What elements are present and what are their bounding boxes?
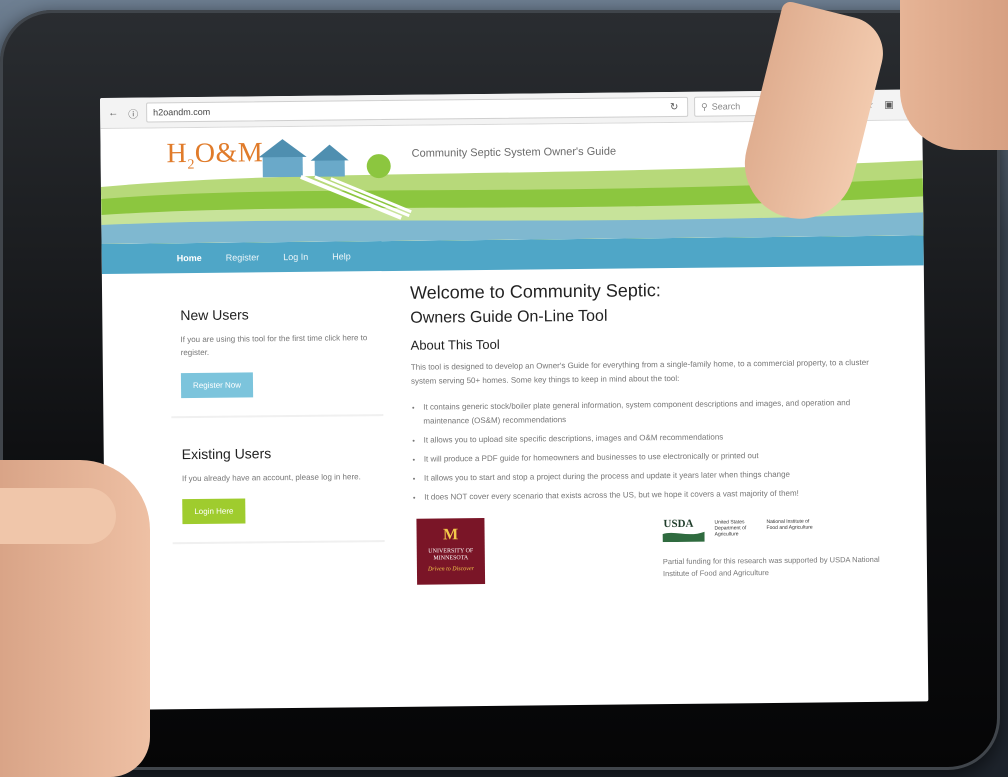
usda-mark-text: USDA — [663, 518, 693, 530]
search-placeholder: Search — [711, 101, 741, 112]
back-arrow-icon[interactable]: ← — [106, 106, 120, 120]
house-icon — [258, 139, 307, 178]
usda-logo[interactable]: USDA United States Department of Agricul… — [662, 514, 892, 544]
page-subtitle: Owners Guide On-Line Tool — [410, 307, 608, 327]
search-icon: ⚲ — [701, 101, 708, 112]
right-hand — [900, 0, 1008, 150]
list-item: It allows you to start and stop a projec… — [424, 467, 882, 486]
new-users-panel: New Users If you are using this tool for… — [169, 283, 384, 419]
info-icon[interactable]: ⓘ — [126, 106, 140, 120]
login-here-button[interactable]: Login Here — [182, 498, 246, 525]
usda-mark-icon: USDA — [662, 518, 705, 543]
list-item: It does NOT cover every scenario that ex… — [424, 486, 882, 505]
house-icon — [310, 144, 349, 177]
usda-department-text: United States Department of Agriculture — [714, 519, 747, 538]
reload-icon[interactable]: ↻ — [667, 100, 681, 114]
nav-login[interactable]: Log In — [283, 252, 308, 262]
about-intro: This tool is designed to develop an Owne… — [410, 357, 869, 386]
register-now-button[interactable]: Register Now — [180, 372, 254, 399]
umn-mark: M — [442, 526, 459, 544]
list-item: It allows you to upload site specific de… — [424, 429, 882, 448]
list-item: It will produce a PDF guide for homeowne… — [424, 448, 882, 467]
existing-users-panel: Existing Users If you already have an ac… — [171, 416, 385, 545]
new-users-title: New Users — [180, 306, 249, 324]
site-logo[interactable]: H2O&M — [166, 137, 263, 174]
site-tagline: Community Septic System Owner's Guide — [411, 145, 617, 160]
about-heading: About This Tool — [410, 336, 500, 353]
feature-list: It contains generic stock/boiler plate g… — [411, 396, 882, 505]
library-icon[interactable]: ▣ — [882, 98, 896, 112]
existing-users-text: If you already have an account, please l… — [181, 472, 361, 484]
umn-logo[interactable]: M UNIVERSITY OF MINNESOTA Driven to Disc… — [416, 517, 486, 585]
usda-nifa-text: National Institute of Food and Agricultu… — [766, 518, 813, 532]
funding-note: Partial funding for this research was su… — [662, 554, 880, 579]
nav-help[interactable]: Help — [332, 251, 351, 261]
sponsor-logos: M UNIVERSITY OF MINNESOTA Driven to Disc… — [412, 514, 883, 599]
sidebar: New Users If you are using this tool for… — [169, 283, 385, 545]
url-text: h2oandm.com — [153, 106, 211, 118]
new-users-text: If you are using this tool for the first… — [180, 333, 368, 358]
existing-users-title: Existing Users — [181, 445, 272, 463]
umn-name: UNIVERSITY OF MINNESOTA — [428, 548, 474, 562]
main-column: Welcome to Community Septic: Owners Guid… — [410, 278, 883, 599]
address-bar[interactable]: h2oandm.com ↻ — [146, 96, 689, 123]
page-title: Welcome to Community Septic: — [409, 280, 661, 303]
nav-register[interactable]: Register — [226, 252, 260, 262]
umn-tagline: Driven to Discover — [427, 566, 474, 573]
left-thumb — [0, 488, 116, 544]
nav-home[interactable]: Home — [177, 253, 202, 263]
list-item: It contains generic stock/boiler plate g… — [423, 396, 881, 429]
